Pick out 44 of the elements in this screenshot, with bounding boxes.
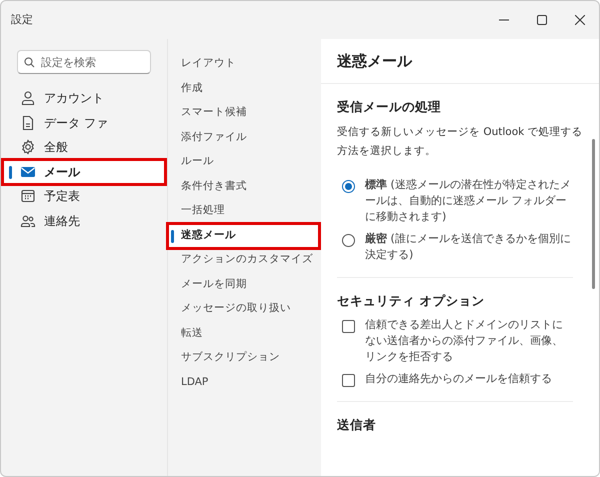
subnav-item[interactable]: LDAP: [168, 370, 321, 395]
subnav-item[interactable]: アクションのカスタマイズ: [168, 248, 321, 272]
people-icon: [20, 212, 36, 229]
nav-item[interactable]: 全般: [3, 135, 165, 160]
section-title: 受信メールの処理: [337, 98, 442, 116]
subnav-item[interactable]: 添付ファイル: [168, 126, 321, 150]
subnav-item[interactable]: レイアウト: [168, 52, 321, 76]
subnav-item[interactable]: メッセージの取り扱い: [168, 297, 321, 322]
nav-item[interactable]: アカウント: [3, 86, 165, 110]
subnav-item[interactable]: スマート候補: [168, 101, 321, 126]
option-label: 信頼できる差出人とドメインのリストにない送信者からの添付ファイル、画像、リンクを拒否する: [365, 316, 564, 364]
nav-item[interactable]: 連絡先: [3, 208, 165, 233]
subnav-item[interactable]: 一括処理: [168, 199, 321, 224]
subnav-item[interactable]: 転送: [168, 322, 321, 346]
subnav-item[interactable]: メールを同期: [168, 272, 321, 297]
window-title: 設定: [11, 12, 33, 28]
subnav-item[interactable]: 作成: [168, 76, 321, 101]
document-icon: [20, 114, 36, 131]
option-label: 自分の連絡先からのメールを信頼する: [365, 370, 552, 386]
nav-item[interactable]: データ ファ: [3, 110, 165, 135]
calendar-icon: [20, 188, 36, 204]
section-title: セキュリティ オプション: [337, 292, 486, 310]
close-icon: [575, 15, 585, 25]
option-label: 標準 (迷惑メールの潜在性が特定されたメールは、自動的に迷惑メール フォルダーに移動されます): [365, 176, 572, 225]
person-icon: [20, 90, 36, 106]
checkbox[interactable]: [342, 320, 355, 332]
pane-title: 迷惑メール: [337, 50, 412, 72]
section-description: 受信する新しいメッセージを Outlook で処理する方法を選択します。: [337, 124, 583, 159]
search-field[interactable]: 設定を検索: [17, 50, 151, 74]
subnav-item[interactable]: ルール: [168, 150, 321, 174]
subnav-item[interactable]: 迷惑メール: [168, 224, 319, 248]
nav-item[interactable]: 予定表: [3, 184, 165, 208]
subnav-item[interactable]: 条件付き書式: [168, 174, 321, 199]
section-title: 送信者: [337, 416, 377, 434]
radio-button[interactable]: [342, 180, 355, 193]
nav-item[interactable]: メール: [3, 160, 165, 184]
subnav-item[interactable]: サブスクリプション: [168, 346, 321, 370]
scrollbar[interactable]: [592, 139, 595, 289]
checkbox[interactable]: [342, 374, 355, 386]
radio-button[interactable]: [342, 234, 355, 247]
search-icon: [24, 57, 35, 68]
maximize-icon: [537, 15, 547, 25]
option-label: 厳密 (誰にメールを送信できるかを個別に決定する): [365, 230, 572, 263]
settings-icon: [20, 139, 36, 156]
